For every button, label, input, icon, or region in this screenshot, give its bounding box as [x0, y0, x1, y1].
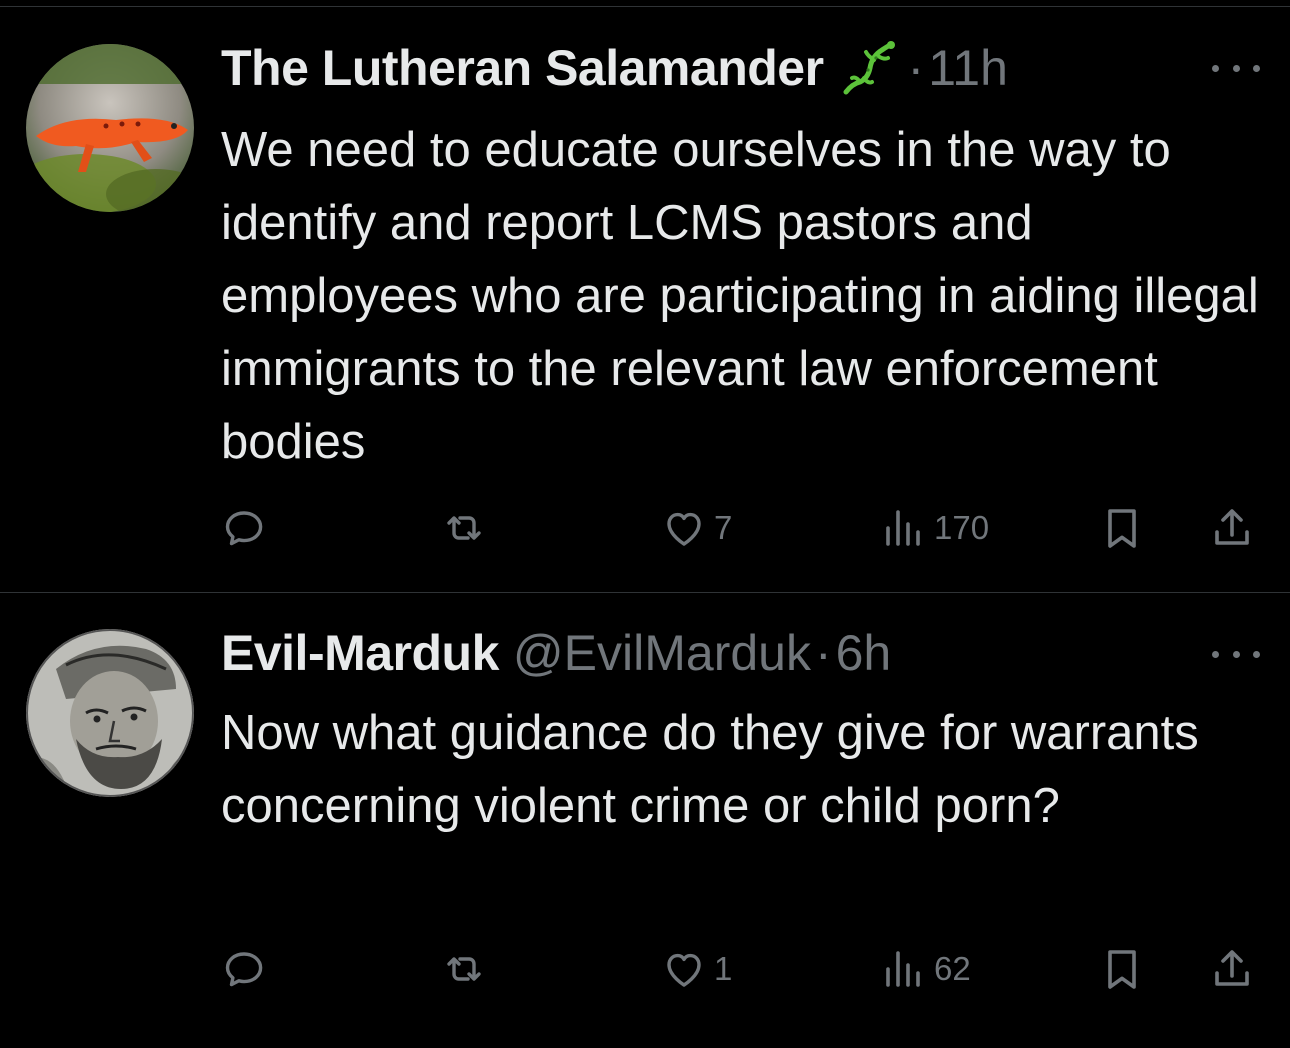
reply-icon [225, 511, 263, 546]
more-icon[interactable] [1212, 642, 1260, 666]
views-icon [886, 951, 920, 987]
display-name[interactable]: Evil-Marduk [221, 623, 499, 683]
like-count: 7 [714, 509, 733, 546]
bookmark-button[interactable] [1098, 498, 1146, 558]
tweet[interactable]: Evil-Marduk @EvilMarduk · 6h Now what gu… [0, 594, 1290, 1048]
bookmark-icon [1108, 509, 1136, 548]
separator: · [814, 625, 832, 681]
action-bar: 1 62 [0, 939, 1290, 999]
share-button[interactable] [1208, 498, 1256, 558]
view-count: 170 [934, 509, 990, 546]
repost-button[interactable] [440, 498, 494, 558]
repost-icon [447, 957, 481, 981]
like-count: 1 [714, 950, 733, 987]
reply-button[interactable] [220, 498, 274, 558]
lizard-icon [838, 38, 898, 98]
avatar[interactable] [26, 629, 194, 797]
share-icon [1215, 509, 1249, 545]
views-button[interactable]: 170 [880, 498, 989, 558]
action-bar: 7 170 [0, 498, 1290, 558]
bookmark-icon [1108, 950, 1136, 989]
heart-icon [667, 512, 701, 546]
top-divider [0, 0, 1290, 7]
share-button[interactable] [1208, 939, 1256, 999]
share-icon [1215, 950, 1249, 986]
display-name[interactable]: The Lutheran Salamander [221, 38, 824, 98]
like-button[interactable]: 7 [660, 498, 732, 558]
avatar[interactable] [26, 44, 194, 212]
views-icon [886, 510, 920, 546]
heart-icon [667, 953, 701, 987]
timestamp[interactable]: 11h [928, 38, 1008, 98]
username-handle[interactable]: @EvilMarduk [513, 623, 811, 683]
timestamp[interactable]: 6h [836, 623, 892, 683]
more-icon[interactable] [1212, 56, 1260, 80]
separator: · [907, 40, 925, 96]
reply-button[interactable] [220, 939, 274, 999]
tweet[interactable]: The Lutheran Salamander · 11h We need to… [0, 8, 1290, 593]
repost-icon [447, 516, 481, 540]
repost-button[interactable] [440, 939, 494, 999]
like-button[interactable]: 1 [660, 939, 732, 999]
tweet-header: The Lutheran Salamander · 11h [221, 38, 1008, 98]
reply-icon [225, 952, 263, 987]
tweet-header: Evil-Marduk @EvilMarduk · 6h [221, 623, 891, 683]
views-button[interactable]: 62 [880, 939, 971, 999]
tweet-text: We need to educate ourselves in the way … [221, 123, 1259, 469]
view-count: 62 [934, 950, 971, 987]
tweet-text: Now what guidance do they give for warra… [221, 706, 1199, 833]
bookmark-button[interactable] [1098, 939, 1146, 999]
